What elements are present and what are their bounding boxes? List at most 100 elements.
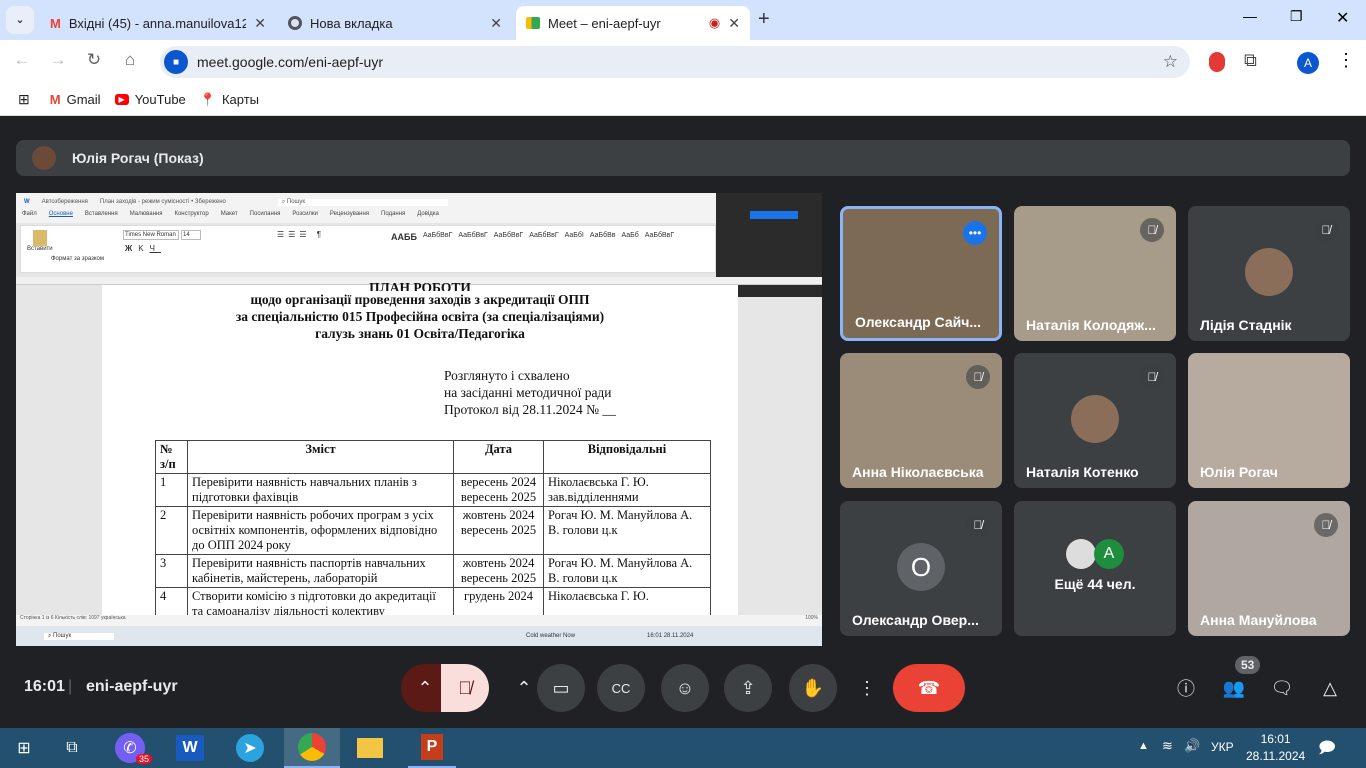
word-menu-item: Посилання (249, 211, 281, 217)
style-item: АаБбВвГ (529, 232, 559, 239)
network-icon[interactable]: ≋ (1162, 738, 1173, 754)
apps-grid-icon[interactable]: ⊞ (18, 91, 30, 108)
task-view-button[interactable]: ⧉ (48, 728, 96, 768)
style-item: ААББ (391, 232, 417, 242)
word-statusbar: Сторінка 1 із 6 Кількість слів: 1097 укр… (16, 615, 822, 626)
raise-hand-button[interactable]: ✋ (789, 664, 837, 712)
restore-button[interactable]: ❐ (1290, 8, 1303, 25)
site-info-icon[interactable]: ■ (164, 50, 188, 74)
word-taskbar-icon[interactable]: W (166, 728, 214, 768)
new-tab-button[interactable]: + (758, 8, 770, 31)
word-menu-item: Макет (220, 211, 238, 217)
tab-meet[interactable]: Meet – eni-aepf-uyr ◉ ✕ (516, 6, 750, 40)
close-tab-icon[interactable]: ✕ (728, 15, 740, 32)
recording-icon: ◉ (708, 15, 721, 30)
start-button[interactable]: ⊞ (0, 728, 48, 768)
activities-icon[interactable]: △ (1306, 664, 1354, 712)
notifications-icon[interactable]: 🗩 (1318, 737, 1336, 764)
participant-tile[interactable]: 🎙̸ Анна Ніколаєвська (840, 353, 1002, 488)
minimize-button[interactable]: — (1243, 8, 1257, 24)
telegram-icon[interactable]: ➤ (226, 728, 274, 768)
extension-icon[interactable] (1209, 52, 1225, 72)
font-size-select: 14 (181, 230, 201, 240)
table-cell: Перевірити наявність паспортів навчальни… (187, 554, 454, 588)
powerpoint-icon[interactable]: P (408, 728, 456, 768)
participant-name: Наталія Колодяж... (1026, 317, 1156, 333)
mic-off-icon: 🎙̸ (1140, 365, 1164, 389)
microphone-button[interactable]: 🎙̸ (441, 664, 489, 712)
participant-tile[interactable]: 🎙̸ Анна Мануйлова (1188, 501, 1350, 636)
tab-search-button[interactable]: ⌄ (6, 6, 34, 34)
maps-pin-icon: 📍 (199, 91, 216, 107)
close-window-button[interactable]: ✕ (1336, 8, 1349, 28)
word-menu-item: Файл (22, 211, 37, 217)
youtube-icon: ▶ (114, 94, 129, 105)
clock[interactable]: 16:01 28.11.2024 (1246, 731, 1305, 765)
volume-icon[interactable]: 🔊 (1184, 738, 1200, 754)
participant-tile[interactable]: 🎙̸ Лідія Стаднік (1188, 206, 1350, 341)
language-indicator[interactable]: УКР (1211, 740, 1234, 754)
participant-avatar (1071, 395, 1119, 443)
reload-button[interactable]: ↻ (82, 50, 106, 70)
present-button[interactable]: ⇪ (724, 664, 772, 712)
chrome-taskbar-icon[interactable] (284, 728, 340, 768)
participant-tile[interactable]: ••• Олександр Сайч... (840, 206, 1002, 341)
style-item: АаБбІ (564, 232, 584, 239)
tab-new[interactable]: Нова вкладка ✕ (278, 6, 512, 40)
participant-name: Юлія Рогач (1200, 464, 1278, 480)
participant-tile[interactable]: A Ещё 44 чел. (1014, 501, 1176, 636)
word-menu-item: Основне (48, 211, 73, 217)
bookmark-star-icon[interactable]: ☆ (1163, 52, 1178, 72)
camera-button[interactable]: ▭ (537, 664, 585, 712)
word-search: ⌕ Пошук (277, 198, 448, 206)
format-painter: Формат за зразком (51, 256, 104, 262)
chat-icon[interactable]: 🗨 (1258, 664, 1306, 712)
home-button[interactable]: ⌂ (118, 50, 142, 70)
style-item: АаБбВвГ (493, 232, 524, 239)
captions-button[interactable]: CC (597, 664, 645, 712)
presenter-bar: Юлія Рогач (Показ) (16, 140, 1350, 176)
participant-tile[interactable]: O 🎙̸ Олександр Овер... (840, 501, 1002, 636)
word-icon: W (24, 199, 30, 205)
mic-off-icon: 🎙̸ (966, 513, 990, 537)
doc-subtitle: щодо організації проведення заходів з ак… (250, 292, 590, 307)
bookmark-youtube[interactable]: ▶ YouTube (114, 92, 186, 107)
tab-gmail[interactable]: M Вхідні (45) - anna.manuilova12 ✕ (40, 6, 276, 40)
gmail-icon: M (50, 15, 61, 31)
extensions-puzzle-icon[interactable]: ⧉ (1244, 50, 1257, 71)
styles-gallery: ААББ АаБбВвГ АаБбВвГ АаБбВвГ АаБбВвГ АаБбІ АаБ… (391, 232, 674, 242)
participant-tile[interactable]: 🎙̸ Наталія Колодяж... (1014, 206, 1176, 341)
forward-button[interactable]: → (46, 50, 70, 70)
bookmark-maps[interactable]: 📍 Карты (200, 92, 259, 108)
viber-icon[interactable]: ✆ 35 (106, 728, 154, 768)
table-cell: Перевірити наявність робочих програм з у… (187, 506, 454, 555)
bookmark-gmail[interactable]: M Gmail (50, 92, 101, 107)
call-controls: ⌃ 🎙̸ ⌃ ▭ CC ☺ ⇪ ✋ ⋮ ☎ ⓘ 👥 53 🗨 △ (0, 656, 1366, 714)
more-options-button[interactable]: ⋮ (843, 664, 891, 712)
leave-call-button[interactable]: ☎ (893, 664, 965, 712)
mic-off-icon: 🎙̸ (966, 365, 990, 389)
profile-avatar[interactable]: A (1297, 52, 1319, 74)
menu-icon[interactable]: ⋮ (1337, 50, 1355, 71)
file-explorer-icon[interactable] (346, 728, 394, 768)
close-tab-icon[interactable]: ✕ (254, 15, 266, 32)
font-select: Times New Roman (123, 230, 179, 240)
gmail-icon: M (49, 92, 61, 107)
close-tab-icon[interactable]: ✕ (490, 15, 502, 32)
mic-off-icon: 🎙̸ (1140, 218, 1164, 242)
info-icon[interactable]: ⓘ (1162, 664, 1210, 712)
table-cell: 3 (155, 554, 188, 588)
participant-tile[interactable]: Юлія Рогач (1188, 353, 1350, 488)
participant-tile[interactable]: 🎙̸ Наталія Котенко (1014, 353, 1176, 488)
table-cell: Перевірити наявність навчальних планів з… (187, 473, 454, 507)
word-menu-item: Розсилки (292, 211, 318, 217)
show-hidden-icons[interactable]: ▲ (1138, 740, 1149, 752)
shared-screen[interactable]: W Автозбереження План заходів - режим су… (16, 193, 822, 646)
presenter-label: Юлія Рогач (Показ) (72, 150, 204, 166)
style-item: АаБбВв (589, 232, 616, 239)
address-bar[interactable]: ■ meet.google.com/eni-aepf-uyr ☆ (160, 46, 1190, 78)
participant-name: Ещё 44 чел. (1054, 576, 1136, 592)
emoji-button[interactable]: ☺ (661, 664, 709, 712)
back-button[interactable]: ← (10, 50, 34, 70)
viber-badge: 35 (135, 754, 152, 764)
